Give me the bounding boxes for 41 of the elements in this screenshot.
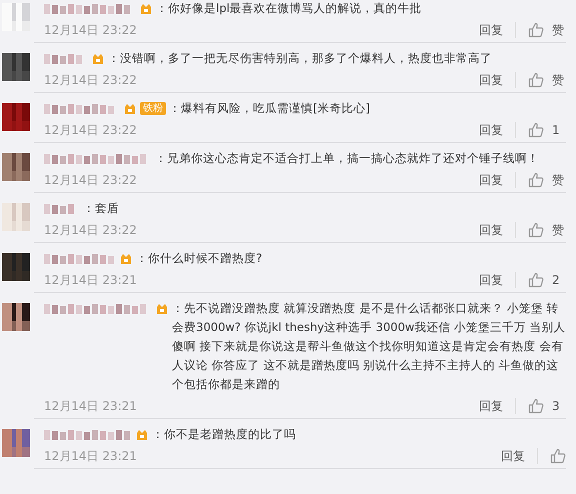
comment-text: ：你什么时候不蹭热度?: [136, 250, 264, 267]
comment-time: 12月14日 23:21: [44, 398, 137, 414]
pixelated-username: [44, 252, 116, 266]
like-count[interactable]: 赞: [552, 172, 566, 188]
thumbs-up-icon[interactable]: [528, 172, 544, 188]
comment-time: 12月14日 23:22: [44, 222, 137, 238]
comment-time: 12月14日 23:21: [44, 272, 137, 288]
thumbs-up-icon[interactable]: [528, 122, 544, 138]
comment-time: 12月14日 23:22: [44, 122, 137, 138]
like-count[interactable]: 赞: [552, 222, 566, 238]
reply-link[interactable]: 回复: [479, 22, 503, 38]
comment-time: 12月14日 23:21: [44, 448, 137, 464]
comment-text: ：套盾: [83, 200, 120, 217]
comment-time: 12月14日 23:22: [44, 22, 137, 38]
reply-link[interactable]: 回复: [479, 272, 503, 288]
reply-link[interactable]: 回复: [479, 72, 503, 88]
thumbs-up-icon[interactable]: [528, 22, 544, 38]
comment-text: ：爆料有风险，吃瓜需谨慎[米奇比心]: [169, 100, 371, 117]
like-count[interactable]: 2: [552, 273, 566, 287]
comment-text: ：先不说蹭没蹭热度 就算没蹭热度 是不是什么话都张口就来？ 小笼堡 转会费3000w? 你说jkl theshy这种选手 3000w我还信 小笼堡三千万 当别人傻啊 接下来就是你说这是帮斗鱼做这个找你明知道这是肯定会有热度 会有人议论 你答应了 这不就是蹭热度吗 别说什么主持不主持人的 斗鱼做的这个包括你都是来蹭的: [172, 300, 566, 393]
fan-badge: 铁粉: [140, 102, 166, 115]
comment-time: 12月14日 23:22: [44, 72, 137, 88]
reply-link[interactable]: 回复: [479, 172, 503, 188]
like-count[interactable]: 1: [552, 123, 566, 137]
like-count[interactable]: 3: [552, 399, 566, 413]
thumbs-up-icon[interactable]: [528, 398, 544, 414]
thumbs-up-icon[interactable]: [528, 222, 544, 238]
comment-text: ：你不是老蹭热度的比了吗: [152, 426, 297, 443]
thumbs-up-icon[interactable]: [528, 72, 544, 88]
like-count[interactable]: 赞: [552, 72, 566, 88]
thumbs-up-icon[interactable]: [550, 448, 566, 464]
reply-link[interactable]: 回复: [479, 398, 503, 414]
comment-text: ：你好像是lpl最喜欢在微博骂人的解说，真的牛批: [156, 0, 423, 17]
comment-text: ：兄弟你这心态肯定不适合打上单，搞一搞心态就炸了还对个锤子线啊！: [155, 150, 540, 167]
reply-link[interactable]: 回复: [501, 448, 525, 464]
like-count[interactable]: 赞: [552, 22, 566, 38]
reply-link[interactable]: 回复: [479, 122, 503, 138]
comment-text: ：没错啊，多了一把无尽伤害特别高，那多了个爆料人，热度也非常高了: [108, 50, 493, 67]
comment-time: 12月14日 23:22: [44, 172, 137, 188]
thumbs-up-icon[interactable]: [528, 272, 544, 288]
reply-link[interactable]: 回复: [479, 222, 503, 238]
